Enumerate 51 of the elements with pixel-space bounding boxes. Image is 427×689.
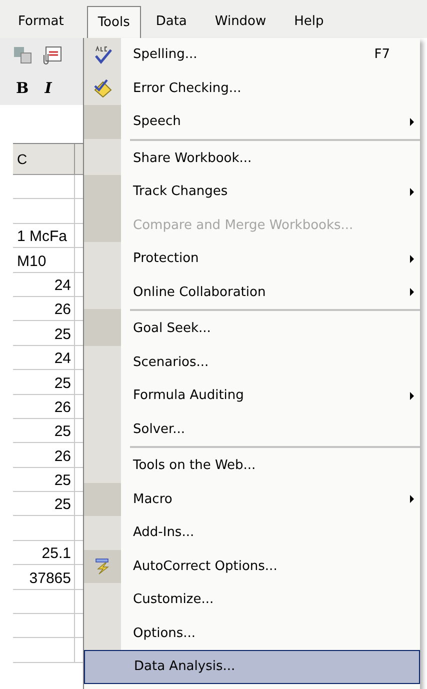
table-cell-text: 25.1 [42,544,72,564]
table-cell-text: 26 [54,398,72,418]
table-cell-text: 26 [54,300,72,320]
menu-bar-item[interactable]: Format [13,6,69,38]
submenu-arrow-icon [410,392,414,400]
menu-item[interactable]: Add-Ins... [84,516,420,550]
table-cell-text: 37865 [29,568,72,589]
table-cell-text: 25 [54,495,72,516]
submenu-arrow-icon [410,188,414,196]
column-header[interactable]: C [13,144,75,175]
table-cell-text: 26 [54,446,72,467]
menu-item[interactable]: Data Analysis... [84,650,420,684]
submenu-arrow-icon [410,288,414,296]
submenu-arrow-icon [410,118,414,126]
format-button[interactable]: I [44,77,52,100]
menu-item[interactable]: Goal Seek... [84,309,420,346]
menu-item[interactable]: Share Workbook... [84,138,420,175]
table-cell-text: M10 [16,252,46,272]
format-button[interactable]: B [16,77,29,100]
menu-item[interactable]: Spelling... F7 [84,38,420,72]
document-icon[interactable] [13,46,33,64]
table-cell-text: 24 [54,349,72,370]
table-cell-text: 24 [54,276,72,296]
warning-check-icon [92,78,112,98]
submenu-arrow-icon [410,254,414,263]
table-cell-text: 25 [54,422,72,442]
menu-item[interactable]: Track Changes [84,175,420,208]
menu-item[interactable]: Error Checking... [84,72,420,105]
menu-item[interactable]: Options... [84,616,420,650]
menu-bar-item[interactable]: Help [289,6,329,38]
menu-item[interactable]: Solver... [84,412,420,446]
submenu-arrow-icon [410,495,414,504]
spell-check-icon [92,44,112,65]
menu-item[interactable]: Protection [84,242,420,276]
menu-item[interactable]: Customize... [84,583,420,616]
table-cell-text: 1 McFa [16,227,68,248]
menu-bar-item[interactable]: Tools [86,6,141,38]
table-cell-text: 25 [54,374,72,394]
table-cell-text: 25 [54,471,72,492]
menu-bar-item[interactable]: Data [150,6,192,38]
table-cell-text: 25 [54,324,72,345]
menu-item[interactable]: Speech [84,105,420,138]
menu-item[interactable]: AutoCorrect Options... [84,550,420,583]
menu-item[interactable]: Formula Auditing [84,379,420,412]
menu-item[interactable]: Online Collaboration [84,276,420,309]
menu-item[interactable]: Tools on the Web... [84,446,420,482]
shortcut-label: F7 [374,46,390,64]
menu-item[interactable]: Scenarios... [84,346,420,379]
menu-bar-item[interactable]: Window [210,6,272,38]
mail-icon[interactable] [41,45,63,65]
menu-item[interactable]: Macro [84,482,420,516]
